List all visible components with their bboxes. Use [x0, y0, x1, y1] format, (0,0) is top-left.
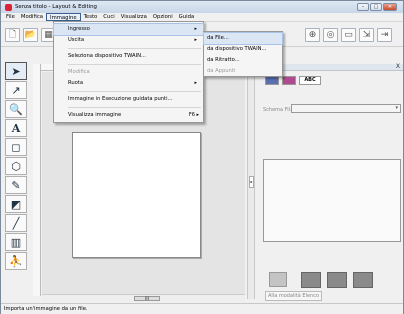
scroll-thumb[interactable]: III — [134, 296, 160, 301]
submenu-arrow-icon: ▸ — [194, 37, 197, 43]
vertical-ruler — [33, 64, 41, 296]
transfer-icon[interactable]: ⇲ — [359, 28, 374, 42]
menu-item-modifica[interactable]: Modifica — [54, 67, 203, 78]
ruler-tool-icon[interactable]: ▥ — [5, 233, 27, 251]
point-edit-icon[interactable]: ↗ — [5, 81, 27, 99]
menu-separator — [68, 64, 201, 65]
tool-palette: ➤ ↗ 🔍 A ◻ ⬡ ✎ ◩ ╱ ▥ ⛹ — [3, 61, 31, 271]
menu-item-da-twain[interactable]: da dispositivo TWAIN... — [204, 44, 282, 55]
tab-color[interactable] — [265, 76, 279, 85]
menu-item-ruota[interactable]: Ruota ▸ — [54, 78, 203, 89]
immagine-dropdown: Ingresso ▸ Uscita ▸ Seleziona dispositiv… — [53, 21, 204, 123]
menu-modifica[interactable]: Modifica — [18, 13, 46, 21]
panel-button-3[interactable] — [327, 272, 347, 288]
right-panel: X ABC Schema Fil: ▾ Alla modalità Elenco — [257, 63, 403, 301]
panel-list-box[interactable] — [263, 159, 401, 242]
new-file-icon[interactable]: 🗋 — [5, 28, 20, 42]
menu-item-da-ritratto[interactable]: da Ritratto... — [204, 55, 282, 66]
fill-tool-icon[interactable]: ◩ — [5, 195, 27, 213]
horizontal-scrollbar[interactable]: III — [42, 294, 245, 302]
tab-abc[interactable]: ABC — [299, 76, 321, 85]
shortcut-label: F6 ▸ — [188, 112, 199, 118]
schema-label: Schema Fil: — [263, 107, 292, 113]
design-page[interactable] — [72, 132, 201, 258]
window-title: Senza titolo - Layout & Editing — [15, 4, 97, 10]
menu-separator — [68, 107, 201, 108]
menu-item-uscita[interactable]: Uscita ▸ — [54, 35, 203, 46]
preview-icon[interactable]: ◎ — [323, 28, 338, 42]
shape-tool-icon[interactable]: ◻ — [5, 138, 27, 156]
maximize-button[interactable]: □ — [370, 3, 382, 11]
ingresso-submenu: da File... da dispositivo TWAIN... da Ri… — [203, 31, 283, 77]
panel-splitter[interactable]: ▸ — [247, 64, 255, 299]
panel-close-icon[interactable]: X — [396, 63, 400, 70]
menu-separator — [68, 48, 201, 49]
close-button[interactable]: ✕ — [383, 3, 397, 11]
menu-item-visualizza-immagine[interactable]: Visualizza immagine F6 ▸ — [54, 110, 203, 121]
tab-style[interactable] — [282, 76, 296, 85]
menu-guida[interactable]: Guida — [176, 13, 198, 21]
splitter-grip[interactable]: ▸ — [249, 176, 254, 188]
zoom-tool-icon[interactable]: 🔍 — [5, 100, 27, 118]
text-tool-icon[interactable]: A — [5, 119, 27, 137]
menu-item-esecuzione-guidata[interactable]: Immagine in Esecuzione guidata punti... — [54, 94, 203, 105]
panel-button-1[interactable] — [269, 272, 287, 287]
menu-item-twain[interactable]: Seleziona dispositivo TWAIN... — [54, 51, 203, 62]
path-tool-icon[interactable]: ✎ — [5, 176, 27, 194]
app-icon — [5, 3, 12, 11]
menu-immagine[interactable]: Immagine — [46, 13, 81, 21]
menu-file[interactable]: File — [3, 13, 18, 21]
submenu-arrow-icon: ▸ — [194, 80, 197, 86]
stitch-tool-icon[interactable]: ╱ — [5, 214, 27, 232]
title-bar: Senza titolo - Layout & Editing – □ ✕ — [1, 1, 403, 13]
outline-tool-icon[interactable]: ⬡ — [5, 157, 27, 175]
menu-cuci[interactable]: Cuci — [100, 13, 117, 21]
menu-item-ingresso[interactable]: Ingresso ▸ — [53, 23, 204, 36]
menu-item-da-appunti[interactable]: da Appunti — [204, 66, 282, 77]
person-tool-icon[interactable]: ⛹ — [5, 252, 27, 270]
zoom-icon[interactable]: ⊕ — [305, 28, 320, 42]
chevron-down-icon: ▾ — [395, 105, 398, 111]
panel-button-4[interactable] — [353, 272, 373, 288]
export-icon[interactable]: ⇥ — [377, 28, 392, 42]
open-folder-icon[interactable]: 📂 — [23, 28, 38, 42]
select-arrow-icon[interactable]: ➤ — [5, 62, 27, 80]
panel-button-2[interactable] — [301, 272, 321, 288]
menu-visualizza[interactable]: Visualizza — [118, 13, 150, 21]
monitor-icon[interactable]: ▭ — [341, 28, 356, 42]
submenu-arrow-icon: ▸ — [194, 26, 197, 32]
menu-testo[interactable]: Testo — [81, 13, 101, 21]
menu-item-da-file[interactable]: da File... — [203, 32, 283, 45]
minimize-button[interactable]: – — [357, 3, 369, 11]
menu-separator — [68, 91, 201, 92]
menu-opzioni[interactable]: Opzioni — [150, 13, 176, 21]
status-bar: Importa un'immagine da un file. — [1, 303, 403, 314]
list-mode-button[interactable]: Alla modalità Elenco — [265, 291, 323, 301]
schema-select[interactable]: ▾ — [291, 104, 401, 113]
